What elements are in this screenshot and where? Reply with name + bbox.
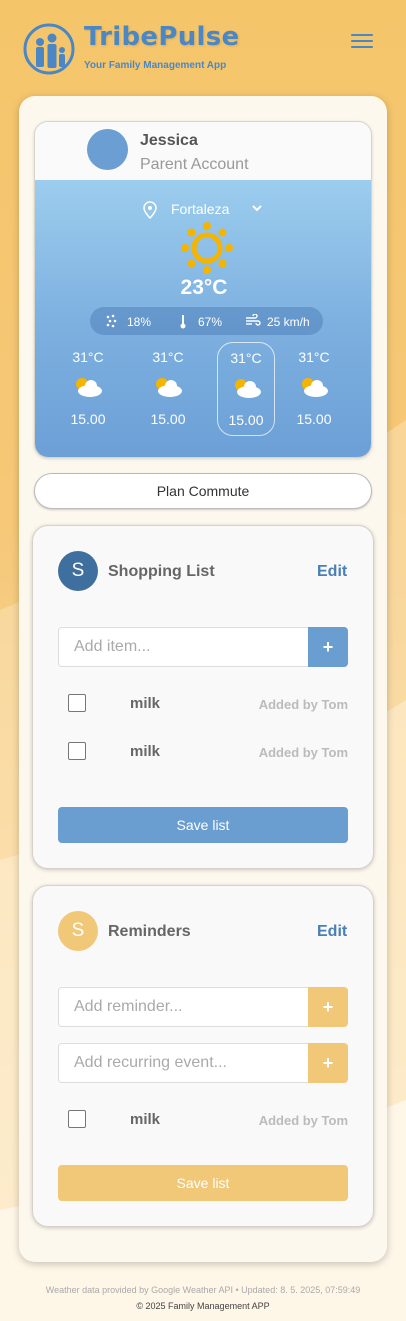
forecast-time: 15.00: [228, 412, 264, 428]
partly-cloudy-icon: [302, 378, 328, 397]
forecast-temp: 31°C: [72, 349, 104, 365]
item-added-by: Added by Tom: [258, 1113, 348, 1128]
forecast-item[interactable]: 31°C 15.00: [285, 342, 343, 436]
save-reminders-button[interactable]: Save list: [58, 1165, 348, 1201]
shopping-list-title: Shopping List: [108, 563, 215, 580]
chevron-down-icon[interactable]: [251, 202, 263, 214]
avatar[interactable]: [87, 129, 128, 170]
partly-cloudy-icon: [235, 379, 261, 398]
forecast-item[interactable]: 31°C 15.00: [59, 342, 117, 436]
wind-value: 25 km/h: [267, 315, 310, 329]
current-temperature: 23°C: [180, 276, 228, 299]
list-item: milk Added by Tom: [68, 1110, 348, 1130]
reminders-card: S Reminders Edit + + milk Added by Tom S…: [32, 885, 374, 1227]
list-item: milk Added by Tom: [68, 742, 348, 762]
plan-commute-button[interactable]: Plan Commute: [34, 473, 372, 509]
location-name[interactable]: Fortaleza: [171, 201, 229, 217]
app-title: TribePulse: [84, 22, 240, 52]
profile-name: Jessica: [140, 132, 198, 149]
forecast-temp: 31°C: [298, 349, 330, 365]
forecast-time: 15.00: [70, 411, 106, 427]
forecast-item[interactable]: 31°C 15.00: [139, 342, 197, 436]
hamburger-menu-icon[interactable]: [351, 34, 373, 52]
forecast-temp: 31°C: [230, 350, 262, 366]
item-name: milk: [130, 1111, 161, 1128]
forecast-time: 15.00: [150, 411, 186, 427]
location-pin-icon: [143, 201, 157, 219]
shopping-list-card: S Shopping List Edit + milk Added by Tom…: [32, 525, 374, 869]
item-added-by: Added by Tom: [258, 745, 348, 760]
reminders-badge: S: [58, 911, 98, 951]
family-logo-icon: [23, 23, 75, 75]
item-checkbox[interactable]: [68, 694, 86, 712]
partly-cloudy-icon: [156, 378, 182, 397]
shopping-list-badge: S: [58, 551, 98, 591]
item-name: milk: [130, 695, 161, 712]
item-added-by: Added by Tom: [258, 697, 348, 712]
forecast-temp: 31°C: [152, 349, 184, 365]
add-recurring-row: +: [58, 1043, 348, 1083]
add-recurring-button[interactable]: +: [308, 1043, 348, 1083]
forecast-item-selected[interactable]: 31°C 15.00: [217, 342, 275, 436]
app-header: TribePulse Your Family Management App: [0, 0, 406, 90]
add-reminder-row: +: [58, 987, 348, 1027]
profile-role: Parent Account: [140, 156, 249, 173]
weather-widget: Fortaleza 23°C 18% 67% 25 km/h 31°C 15.0…: [35, 180, 371, 457]
list-item: milk Added by Tom: [68, 694, 348, 714]
weather-attribution: Weather data provided by Google Weather …: [45, 1285, 361, 1295]
app-subtitle: Your Family Management App: [84, 60, 227, 71]
sun-icon: [181, 222, 233, 274]
partly-cloudy-icon: [76, 378, 102, 397]
add-recurring-event-input[interactable]: [58, 1043, 309, 1083]
save-shopping-list-button[interactable]: Save list: [58, 807, 348, 843]
rain-drops-icon: [106, 314, 117, 328]
forecast-time: 15.00: [296, 411, 332, 427]
thermometer-icon: [180, 315, 186, 329]
add-item-button[interactable]: +: [308, 627, 348, 667]
copyright: © 2025 Family Management APP: [136, 1301, 270, 1311]
item-name: milk: [130, 743, 161, 760]
profile-weather-card: Jessica Parent Account Fortaleza 23°C 18…: [34, 121, 372, 458]
weather-stats-bar: 18% 67% 25 km/h: [90, 307, 323, 335]
add-item-input[interactable]: [58, 627, 309, 667]
item-checkbox[interactable]: [68, 742, 86, 760]
reminders-edit-button[interactable]: Edit: [317, 923, 347, 941]
wind-icon: [246, 314, 261, 326]
shopping-edit-button[interactable]: Edit: [317, 563, 347, 581]
precipitation-value: 18%: [127, 315, 152, 329]
add-reminder-input[interactable]: [58, 987, 309, 1027]
item-checkbox[interactable]: [68, 1110, 86, 1128]
profile-header: Jessica Parent Account: [35, 122, 371, 180]
main-panel: Jessica Parent Account Fortaleza 23°C 18…: [19, 96, 387, 1262]
humidity-value: 67%: [198, 315, 223, 329]
reminders-title: Reminders: [108, 923, 191, 940]
add-reminder-button[interactable]: +: [308, 987, 348, 1027]
add-item-row: +: [58, 627, 348, 667]
